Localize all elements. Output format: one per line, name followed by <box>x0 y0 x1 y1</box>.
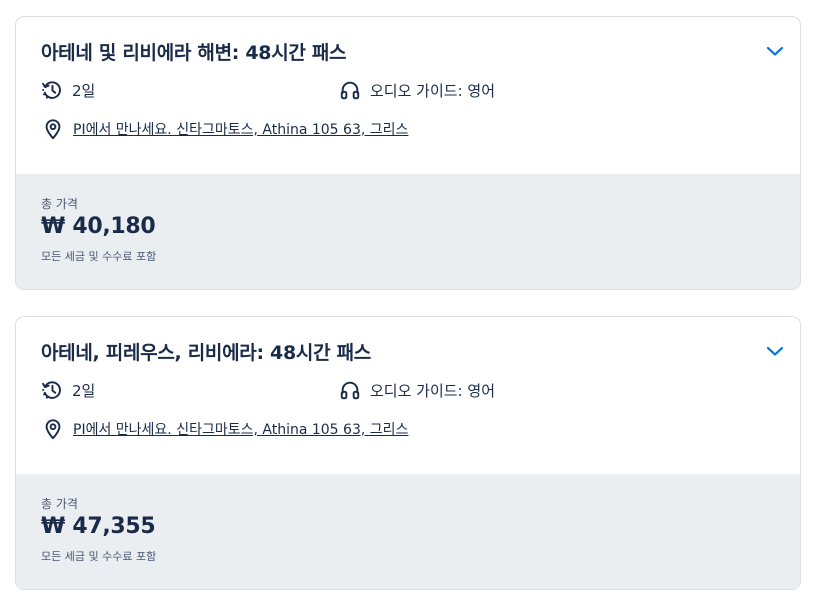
price-label: 총 가격 <box>41 197 78 211</box>
duration-text: 2일 <box>72 81 96 100</box>
duration-text: 2일 <box>72 381 96 400</box>
price-section: 총 가격 ₩ 40,180 모든 세금 및 수수료 포함 <box>16 174 800 289</box>
headphones-icon <box>340 381 360 400</box>
clock-history-icon <box>42 381 61 399</box>
tax-note: 모든 세금 및 수수료 포함 <box>41 250 157 263</box>
meeting-point-link[interactable]: PI에서 만나세요. 신타그마토스, Athina 105 63, 그리스 <box>73 419 408 439</box>
headphones-icon <box>340 81 360 100</box>
audio-guide-info: 오디오 가이드: 영어 <box>339 378 495 402</box>
chevron-down-icon[interactable] <box>766 345 784 357</box>
meeting-point: PI에서 만나세요. 신타그마토스, Athina 105 63, 그리스 <box>43 417 408 441</box>
audio-guide-info: 오디오 가이드: 영어 <box>339 78 495 102</box>
audio-guide-text: 오디오 가이드: 영어 <box>370 381 495 400</box>
price-section: 총 가격 ₩ 47,355 모든 세금 및 수수료 포함 <box>16 474 800 589</box>
duration-info: 2일 <box>41 378 95 402</box>
tour-card[interactable]: 아테네 및 리비에라 해변: 48시간 패스 2일 오디오 가이드: 영어 PI… <box>15 16 801 290</box>
tour-title[interactable]: 아테네 및 리비에라 해변: 48시간 패스 <box>41 38 347 65</box>
tax-note: 모든 세금 및 수수료 포함 <box>41 550 157 563</box>
chevron-down-icon[interactable] <box>766 45 784 57</box>
price-value: ₩ 40,180 <box>41 214 156 239</box>
price-value: ₩ 47,355 <box>41 514 156 539</box>
meeting-point-link[interactable]: PI에서 만나세요. 신타그마토스, Athina 105 63, 그리스 <box>73 119 408 139</box>
price-label: 총 가격 <box>41 497 78 511</box>
duration-info: 2일 <box>41 78 95 102</box>
tour-card[interactable]: 아테네, 피레우스, 리비에라: 48시간 패스 2일 오디오 가이드: 영어 … <box>15 316 801 590</box>
map-pin-icon <box>45 419 61 440</box>
meeting-point: PI에서 만나세요. 신타그마토스, Athina 105 63, 그리스 <box>43 117 408 141</box>
tour-title[interactable]: 아테네, 피레우스, 리비에라: 48시간 패스 <box>41 338 371 365</box>
map-pin-icon <box>45 119 61 140</box>
audio-guide-text: 오디오 가이드: 영어 <box>370 81 495 100</box>
clock-history-icon <box>42 81 61 99</box>
